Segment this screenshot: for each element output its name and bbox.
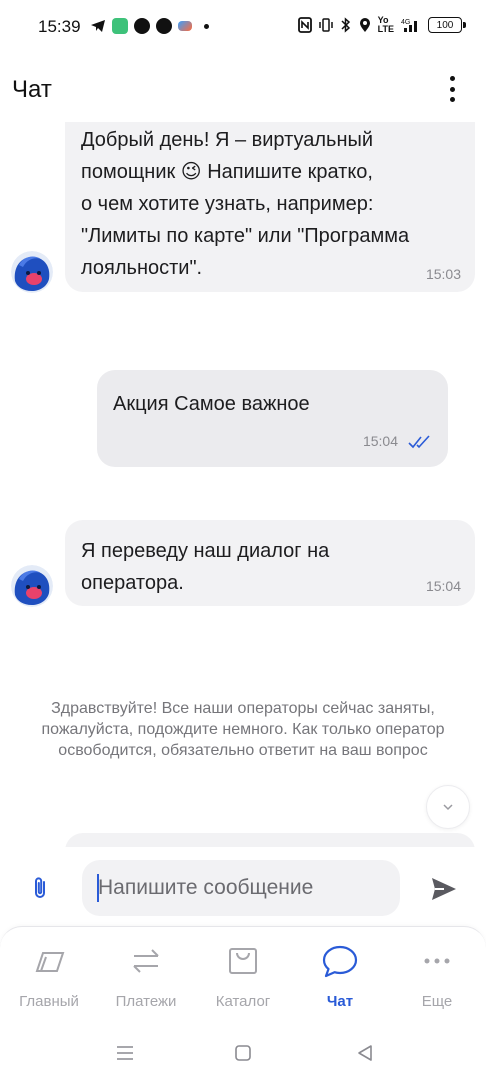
- battery-icon: 100: [428, 17, 466, 33]
- system-navigation-bar: [0, 1030, 486, 1080]
- vibrate-icon: [318, 18, 333, 32]
- notification-icons: [90, 18, 209, 34]
- bluetooth-icon: [341, 17, 350, 33]
- nav-label: Еще: [421, 993, 453, 1010]
- network-type: 4G: [401, 19, 410, 26]
- status-bar: 15:39 Yo LTE 4G 100: [0, 0, 486, 58]
- bot-avatar: [11, 565, 53, 607]
- message-input[interactable]: [82, 860, 400, 916]
- battery-level: 100: [436, 19, 454, 31]
- home-card-icon: [35, 952, 65, 972]
- user-message: Акция Самое важное 15:04: [97, 370, 448, 467]
- s-app-icon-2: [156, 18, 172, 34]
- message-time: 15:04: [362, 433, 398, 449]
- back-triangle-icon[interactable]: [352, 1040, 378, 1066]
- status-time: 15:39: [38, 17, 81, 36]
- nav-item-main[interactable]: Главный: [4, 941, 94, 1010]
- bot-message: Добрый день! Я – виртуальный помощник 😉 …: [65, 122, 475, 292]
- composer: [0, 850, 486, 926]
- recents-menu-icon[interactable]: [112, 1040, 138, 1066]
- chevron-down-icon: [443, 804, 453, 811]
- signal-icon: 4G: [401, 19, 417, 32]
- telegram-icon: [91, 20, 105, 32]
- message-text: Я переведу наш диалог на оператора.: [81, 540, 330, 594]
- nav-item-catalog[interactable]: Каталог: [198, 941, 288, 1010]
- shopping-bag-icon: [229, 948, 257, 974]
- send-icon[interactable]: [430, 876, 458, 902]
- nav-label: Чат: [326, 993, 354, 1010]
- nav-item-chat[interactable]: Чат: [295, 941, 385, 1010]
- text-caret: [97, 874, 99, 902]
- volte-icon: Yo LTE: [377, 15, 394, 34]
- nav-item-payments[interactable]: Платежи: [101, 941, 191, 1010]
- home-square-icon[interactable]: [230, 1040, 256, 1066]
- chat-messages[interactable]: Добрый день! Я – виртуальный помощник 😉 …: [0, 122, 486, 847]
- bot-avatar: [11, 251, 53, 293]
- nfc-icon: [297, 17, 312, 33]
- nav-label: Каталог: [215, 993, 271, 1010]
- app-icon: [112, 18, 128, 34]
- location-icon: [359, 18, 370, 32]
- message-time: 15:03: [425, 266, 461, 282]
- colorful-app-icon: [178, 21, 192, 31]
- transfer-arrows-icon: [133, 949, 159, 973]
- message-time: 15:04: [425, 578, 461, 594]
- chat-bubble-icon: [322, 945, 358, 978]
- system-message: Здравствуйте! Все наши операторы сейчас …: [41, 700, 445, 759]
- nav-item-more[interactable]: Еще: [392, 941, 482, 1010]
- message-text: Акция Самое важное: [113, 393, 310, 415]
- nav-label: Главный: [19, 993, 79, 1010]
- system-indicators: Yo LTE 4G 100: [297, 15, 466, 34]
- attach-icon[interactable]: [28, 874, 52, 902]
- bot-message: Я переведу наш диалог на оператора. 15:0…: [65, 520, 475, 606]
- scroll-down-button[interactable]: [426, 785, 470, 829]
- message-partial: [65, 833, 475, 847]
- message-text: Добрый день! Я – виртуальный помощник 😉 …: [81, 129, 410, 279]
- more-dots-icon: [424, 958, 450, 964]
- bottom-navigation: Главный Платежи Каталог Чат Еще: [0, 926, 486, 1030]
- more-notifications-icon: [204, 23, 209, 29]
- read-checkmarks-icon: [408, 435, 430, 449]
- nav-label: Платежи: [115, 993, 177, 1010]
- page-title: Чат: [12, 76, 52, 103]
- more-options-icon[interactable]: [448, 76, 456, 102]
- s-app-icon: [134, 18, 150, 34]
- app-header: Чат: [0, 58, 486, 122]
